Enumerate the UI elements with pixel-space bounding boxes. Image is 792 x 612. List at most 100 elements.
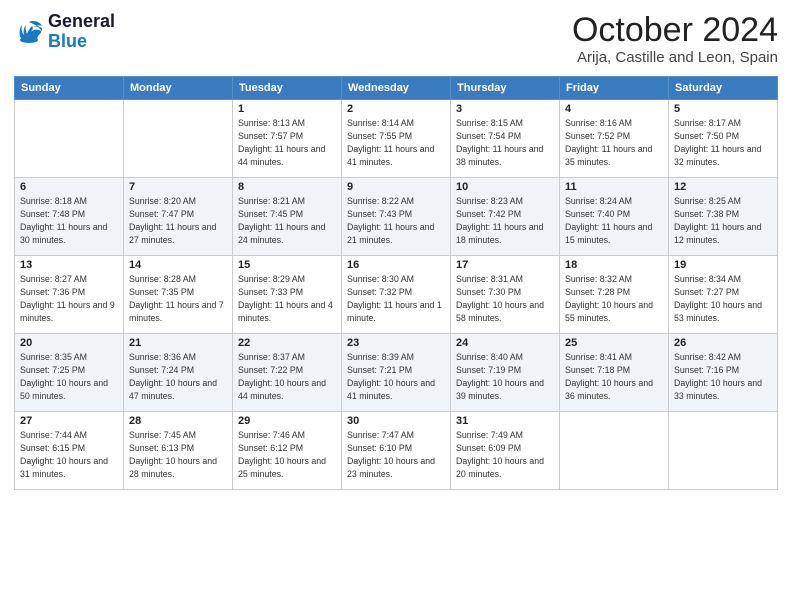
day-number-7: 7 <box>129 181 227 193</box>
calendar-cell-2-5: 18 Sunrise: 8:32 AM Sunset: 7:28 PM Dayli… <box>560 256 669 334</box>
header-thursday: Thursday <box>451 77 560 100</box>
calendar-cell-2-0: 13 Sunrise: 8:27 AM Sunset: 7:36 PM Dayli… <box>15 256 124 334</box>
calendar-cell-2-6: 19 Sunrise: 8:34 AM Sunset: 7:27 PM Dayli… <box>669 256 778 334</box>
week-row-1: 6 Sunrise: 8:18 AM Sunset: 7:48 PM Daylig… <box>15 178 778 256</box>
week-row-4: 27Sunrise: 7:44 AM Sunset: 6:15 PM Dayli… <box>15 412 778 490</box>
calendar-cell-0-2: 1 Sunrise: 8:13 AM Sunset: 7:57 PM Daylig… <box>233 100 342 178</box>
calendar-cell-0-6: 5 Sunrise: 8:17 AM Sunset: 7:50 PM Daylig… <box>669 100 778 178</box>
calendar-cell-3-6: 26 Sunrise: 8:42 AM Sunset: 7:16 PM Dayli… <box>669 334 778 412</box>
day-info-31: Sunrise: 7:49 AM Sunset: 6:09 PM Dayligh… <box>456 429 554 480</box>
calendar-cell-3-0: 20Sunrise: 8:35 AM Sunset: 7:25 PM Dayli… <box>15 334 124 412</box>
calendar-cell-1-4: 10Sunrise: 8:23 AM Sunset: 7:42 PM Dayli… <box>451 178 560 256</box>
day-number-15: 15 <box>238 259 336 271</box>
day-info-16: Sunrise: 8:30 AM Sunset: 7:32 PM Dayligh… <box>347 273 445 324</box>
day-info-26: Sunrise: 8:42 AM Sunset: 7:16 PM Dayligh… <box>674 351 772 402</box>
header-monday: Monday <box>124 77 233 100</box>
month-title: October 2024 <box>572 12 778 49</box>
day-number-6: 6 <box>20 181 118 193</box>
day-info-15: Sunrise: 8:29 AM Sunset: 7:33 PM Dayligh… <box>238 273 336 324</box>
header-friday: Friday <box>560 77 669 100</box>
day-number-1: 1 <box>238 103 336 115</box>
calendar-cell-3-3: 23 Sunrise: 8:39 AM Sunset: 7:21 PM Dayli… <box>342 334 451 412</box>
day-info-2: Sunrise: 8:14 AM Sunset: 7:55 PM Dayligh… <box>347 117 445 168</box>
calendar-cell-1-6: 12Sunrise: 8:25 AM Sunset: 7:38 PM Dayli… <box>669 178 778 256</box>
page: General Blue October 2024 Arija, Castill… <box>0 0 792 500</box>
calendar-header-row: Sunday Monday Tuesday Wednesday Thursday… <box>15 77 778 100</box>
day-info-6: Sunrise: 8:18 AM Sunset: 7:48 PM Dayligh… <box>20 195 118 246</box>
day-number-25: 25 <box>565 337 663 349</box>
day-number-4: 4 <box>565 103 663 115</box>
day-info-28: Sunrise: 7:45 AM Sunset: 6:13 PM Dayligh… <box>129 429 227 480</box>
calendar-cell-1-5: 11 Sunrise: 8:24 AM Sunset: 7:40 PM Dayli… <box>560 178 669 256</box>
week-row-0: 1 Sunrise: 8:13 AM Sunset: 7:57 PM Daylig… <box>15 100 778 178</box>
logo-icon <box>14 18 44 46</box>
day-info-1: Sunrise: 8:13 AM Sunset: 7:57 PM Dayligh… <box>238 117 336 168</box>
calendar-cell-2-3: 16 Sunrise: 8:30 AM Sunset: 7:32 PM Dayli… <box>342 256 451 334</box>
calendar-cell-4-5 <box>560 412 669 490</box>
day-number-24: 24 <box>456 337 554 349</box>
day-number-31: 31 <box>456 415 554 427</box>
day-number-29: 29 <box>238 415 336 427</box>
logo-line2: Blue <box>48 32 115 52</box>
calendar-table: Sunday Monday Tuesday Wednesday Thursday… <box>14 76 778 490</box>
day-number-5: 5 <box>674 103 772 115</box>
day-number-9: 9 <box>347 181 445 193</box>
day-info-13: Sunrise: 8:27 AM Sunset: 7:36 PM Dayligh… <box>20 273 118 324</box>
day-number-16: 16 <box>347 259 445 271</box>
calendar-cell-0-3: 2 Sunrise: 8:14 AM Sunset: 7:55 PM Daylig… <box>342 100 451 178</box>
calendar-cell-1-0: 6 Sunrise: 8:18 AM Sunset: 7:48 PM Daylig… <box>15 178 124 256</box>
day-info-7: Sunrise: 8:20 AM Sunset: 7:47 PM Dayligh… <box>129 195 227 246</box>
calendar-cell-1-2: 8Sunrise: 8:21 AM Sunset: 7:45 PM Daylig… <box>233 178 342 256</box>
day-number-19: 19 <box>674 259 772 271</box>
day-number-22: 22 <box>238 337 336 349</box>
calendar-cell-3-1: 21 Sunrise: 8:36 AM Sunset: 7:24 PM Dayli… <box>124 334 233 412</box>
day-info-27: Sunrise: 7:44 AM Sunset: 6:15 PM Dayligh… <box>20 429 118 480</box>
calendar-cell-2-4: 17Sunrise: 8:31 AM Sunset: 7:30 PM Dayli… <box>451 256 560 334</box>
day-number-10: 10 <box>456 181 554 193</box>
calendar-cell-0-0 <box>15 100 124 178</box>
day-number-12: 12 <box>674 181 772 193</box>
day-info-19: Sunrise: 8:34 AM Sunset: 7:27 PM Dayligh… <box>674 273 772 324</box>
day-info-21: Sunrise: 8:36 AM Sunset: 7:24 PM Dayligh… <box>129 351 227 402</box>
title-block: October 2024 Arija, Castille and Leon, S… <box>572 12 778 66</box>
calendar-cell-0-1 <box>124 100 233 178</box>
day-info-3: Sunrise: 8:15 AM Sunset: 7:54 PM Dayligh… <box>456 117 554 168</box>
day-info-23: Sunrise: 8:39 AM Sunset: 7:21 PM Dayligh… <box>347 351 445 402</box>
header: General Blue October 2024 Arija, Castill… <box>14 12 778 66</box>
day-info-5: Sunrise: 8:17 AM Sunset: 7:50 PM Dayligh… <box>674 117 772 168</box>
calendar-cell-3-4: 24 Sunrise: 8:40 AM Sunset: 7:19 PM Dayli… <box>451 334 560 412</box>
day-number-2: 2 <box>347 103 445 115</box>
location: Arija, Castille and Leon, Spain <box>572 49 778 66</box>
day-info-11: Sunrise: 8:24 AM Sunset: 7:40 PM Dayligh… <box>565 195 663 246</box>
header-sunday: Sunday <box>15 77 124 100</box>
day-number-26: 26 <box>674 337 772 349</box>
day-info-20: Sunrise: 8:35 AM Sunset: 7:25 PM Dayligh… <box>20 351 118 402</box>
header-wednesday: Wednesday <box>342 77 451 100</box>
calendar-cell-4-0: 27Sunrise: 7:44 AM Sunset: 6:15 PM Dayli… <box>15 412 124 490</box>
header-tuesday: Tuesday <box>233 77 342 100</box>
day-number-14: 14 <box>129 259 227 271</box>
day-info-14: Sunrise: 8:28 AM Sunset: 7:35 PM Dayligh… <box>129 273 227 324</box>
calendar-cell-3-5: 25Sunrise: 8:41 AM Sunset: 7:18 PM Dayli… <box>560 334 669 412</box>
day-number-28: 28 <box>129 415 227 427</box>
day-info-18: Sunrise: 8:32 AM Sunset: 7:28 PM Dayligh… <box>565 273 663 324</box>
day-number-13: 13 <box>20 259 118 271</box>
day-info-29: Sunrise: 7:46 AM Sunset: 6:12 PM Dayligh… <box>238 429 336 480</box>
day-number-11: 11 <box>565 181 663 193</box>
day-number-21: 21 <box>129 337 227 349</box>
day-info-22: Sunrise: 8:37 AM Sunset: 7:22 PM Dayligh… <box>238 351 336 402</box>
calendar-cell-2-2: 15 Sunrise: 8:29 AM Sunset: 7:33 PM Dayli… <box>233 256 342 334</box>
day-info-9: Sunrise: 8:22 AM Sunset: 7:43 PM Dayligh… <box>347 195 445 246</box>
day-info-24: Sunrise: 8:40 AM Sunset: 7:19 PM Dayligh… <box>456 351 554 402</box>
calendar-cell-0-4: 3 Sunrise: 8:15 AM Sunset: 7:54 PM Daylig… <box>451 100 560 178</box>
day-number-23: 23 <box>347 337 445 349</box>
day-info-30: Sunrise: 7:47 AM Sunset: 6:10 PM Dayligh… <box>347 429 445 480</box>
calendar-cell-4-3: 30Sunrise: 7:47 AM Sunset: 6:10 PM Dayli… <box>342 412 451 490</box>
logo-line1: General <box>48 12 115 32</box>
day-number-3: 3 <box>456 103 554 115</box>
day-info-4: Sunrise: 8:16 AM Sunset: 7:52 PM Dayligh… <box>565 117 663 168</box>
week-row-2: 13 Sunrise: 8:27 AM Sunset: 7:36 PM Dayli… <box>15 256 778 334</box>
day-number-18: 18 <box>565 259 663 271</box>
logo: General Blue <box>14 12 115 52</box>
calendar-cell-0-5: 4 Sunrise: 8:16 AM Sunset: 7:52 PM Daylig… <box>560 100 669 178</box>
